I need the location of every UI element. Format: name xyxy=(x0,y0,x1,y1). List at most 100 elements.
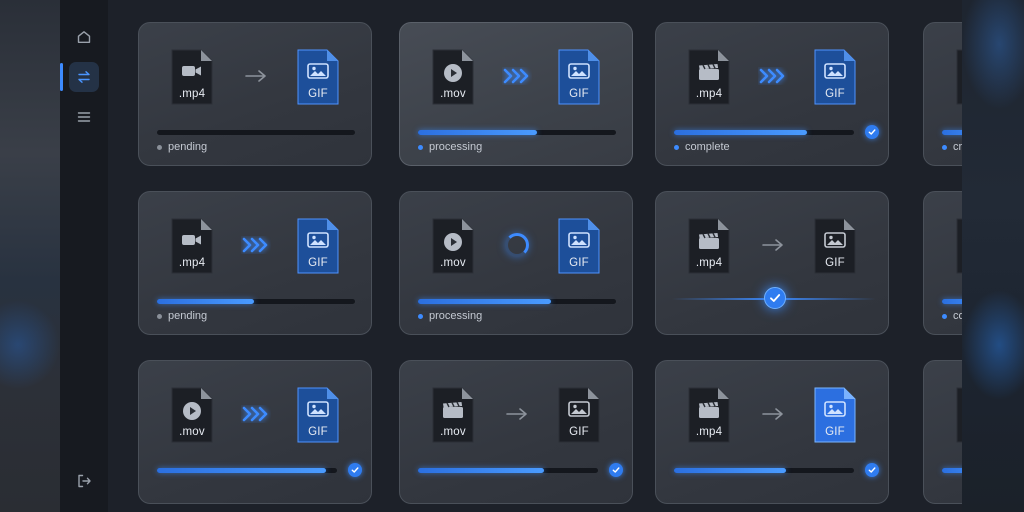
progress-fill xyxy=(418,130,537,135)
progress-chevrons-icon xyxy=(242,406,268,422)
output-format-label: GIF xyxy=(825,88,845,100)
image-icon xyxy=(297,63,339,79)
logout-button[interactable] xyxy=(69,466,99,496)
clapperboard-icon xyxy=(432,401,474,419)
conversion-card[interactable]: .mp4 GIF pending xyxy=(138,191,372,335)
image-icon xyxy=(814,63,856,79)
conversion-card-partial[interactable]: . co xyxy=(923,191,962,335)
progress-bar xyxy=(418,130,616,135)
play-circle-icon xyxy=(432,232,474,252)
progress-fill xyxy=(157,468,327,473)
output-format-label: GIF xyxy=(308,88,328,100)
output-file-icon: GIF xyxy=(558,387,600,443)
status-dot xyxy=(157,144,162,150)
status-label: complete xyxy=(674,141,730,153)
nav-menu-button[interactable] xyxy=(69,102,99,132)
image-icon xyxy=(814,232,856,248)
conversion-card[interactable]: .mov GIF xyxy=(399,360,633,504)
progress-bar xyxy=(674,468,854,473)
progress-chevrons-icon xyxy=(242,237,268,253)
source-extension: .mov xyxy=(179,426,205,438)
status-dot xyxy=(157,313,162,319)
source-file-icon: .mov xyxy=(432,218,474,274)
output-format-label: GIF xyxy=(825,426,845,438)
conversion-card-partial[interactable] xyxy=(923,360,962,504)
clapperboard-icon xyxy=(688,401,730,419)
progress-chevrons-icon xyxy=(503,68,529,84)
source-file-icon: .mp4 xyxy=(688,49,730,105)
status-dot xyxy=(942,313,947,319)
arrow-right-icon xyxy=(762,408,783,420)
status-label: pending xyxy=(157,141,207,153)
status-dot xyxy=(418,144,423,150)
conversion-direction xyxy=(752,399,794,429)
source-file-icon: .mov xyxy=(171,387,213,443)
arrow-right-icon xyxy=(762,239,783,251)
status-text: complete xyxy=(685,141,730,153)
source-extension: .mp4 xyxy=(178,88,206,100)
source-file-icon: .m xyxy=(956,49,962,105)
conversion-card[interactable]: .mov GIF processing xyxy=(399,191,633,335)
conversion-card[interactable]: .mp4 GIF pending xyxy=(138,22,372,166)
nav-home-button[interactable] xyxy=(69,22,99,52)
source-extension: .mp4 xyxy=(695,426,723,438)
progress-fill xyxy=(418,299,551,304)
image-icon xyxy=(297,401,339,417)
source-file-icon: .mov xyxy=(432,387,474,443)
progress-bar xyxy=(942,468,962,473)
sidebar-rail xyxy=(60,0,109,512)
home-icon xyxy=(77,31,91,43)
conversion-card[interactable]: .mp4 GIF complete xyxy=(655,22,889,166)
output-file-icon: GIF xyxy=(814,387,856,443)
image-icon xyxy=(558,63,600,79)
progress-fill xyxy=(942,299,962,304)
progress-bar xyxy=(942,299,962,304)
loading-spinner-icon xyxy=(505,233,529,257)
progress-chevrons-icon xyxy=(759,68,785,84)
logout-icon xyxy=(78,474,91,488)
conversion-queue-grid: .mp4 GIF pending .mov GIF processing .mp… xyxy=(108,0,962,512)
source-extension: .mp4 xyxy=(695,88,723,100)
status-label: processing xyxy=(418,141,482,153)
progress-bar xyxy=(674,130,854,135)
convert-arrows-icon xyxy=(78,71,90,83)
conversion-card[interactable]: .mp4 GIF xyxy=(655,191,889,335)
conversion-direction xyxy=(496,230,538,260)
complete-check-icon xyxy=(348,463,362,477)
conversion-card[interactable]: .mov GIF xyxy=(138,360,372,504)
progress-bar xyxy=(157,468,337,473)
output-format-label: GIF xyxy=(308,426,328,438)
source-extension: .mp4 xyxy=(178,257,206,269)
progress-fill xyxy=(674,468,786,473)
complete-check-icon xyxy=(865,125,879,139)
status-text: processing xyxy=(429,141,483,153)
conversion-card-partial[interactable]: .m cr xyxy=(923,22,962,166)
source-extension: .mov xyxy=(440,257,466,269)
source-extension: .mp4 xyxy=(695,257,723,269)
menu-icon xyxy=(77,112,91,122)
progress-bar xyxy=(418,468,598,473)
progress-fill xyxy=(942,468,962,473)
status-dot xyxy=(674,144,679,150)
conversion-direction xyxy=(235,61,277,91)
conversion-direction xyxy=(752,61,794,91)
output-file-icon: GIF xyxy=(297,387,339,443)
check-icon xyxy=(770,294,781,302)
conversion-card[interactable]: .mp4 GIF xyxy=(655,360,889,504)
status-label: cr xyxy=(942,141,962,153)
status-text: processing xyxy=(429,310,483,322)
conversion-direction xyxy=(496,399,538,429)
output-file-icon: GIF xyxy=(297,218,339,274)
progress-slider-handle[interactable] xyxy=(764,287,786,309)
active-nav-indicator xyxy=(60,63,63,91)
progress-bar xyxy=(157,299,355,304)
progress-bar xyxy=(157,130,355,135)
nav-convert-button[interactable] xyxy=(69,62,99,92)
conversion-direction xyxy=(752,230,794,260)
play-circle-icon xyxy=(432,63,474,83)
source-extension: .m xyxy=(956,88,962,100)
status-label: processing xyxy=(418,310,482,322)
conversion-card[interactable]: .mov GIF processing xyxy=(399,22,633,166)
source-extension: . xyxy=(956,257,962,269)
output-file-icon: GIF xyxy=(814,218,856,274)
